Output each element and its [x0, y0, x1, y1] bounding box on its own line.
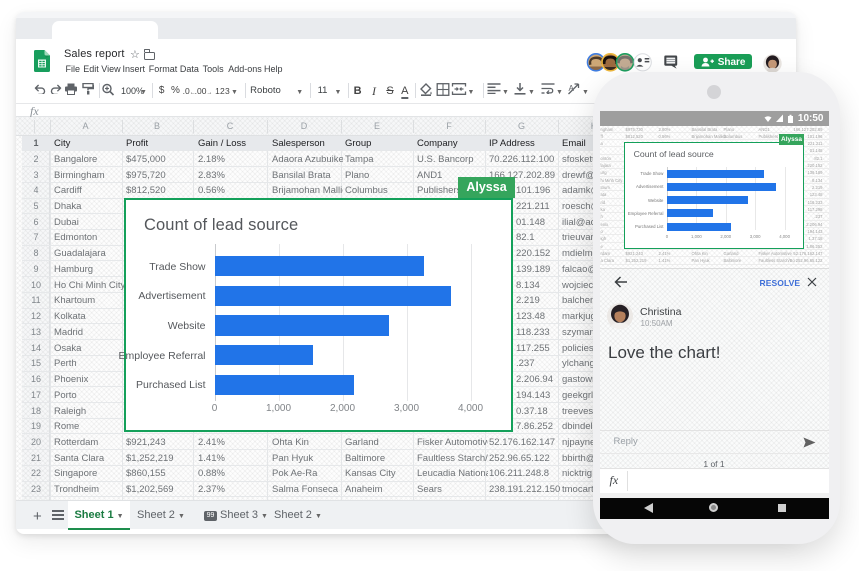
svg-text:A: A — [568, 84, 574, 93]
